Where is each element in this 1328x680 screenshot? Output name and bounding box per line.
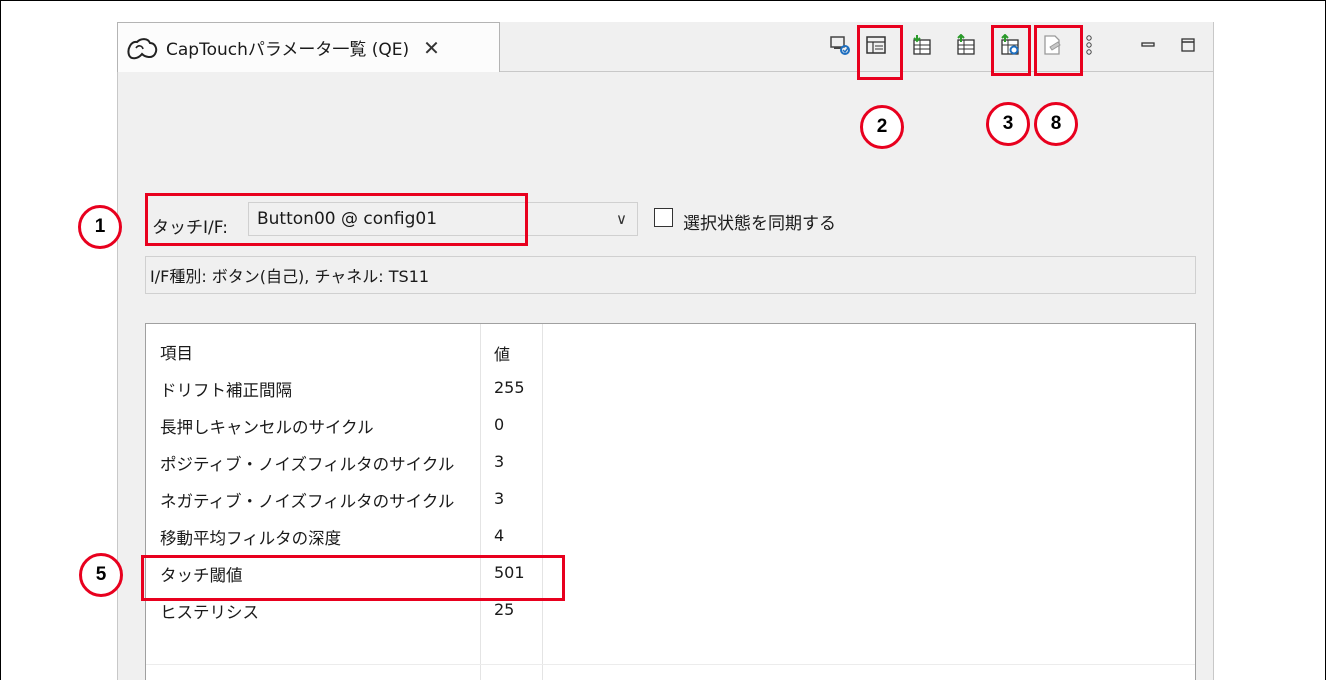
parameter-list-icon[interactable] <box>864 33 888 57</box>
callout-marker: 5 <box>79 553 123 597</box>
export-icon[interactable] <box>954 33 978 57</box>
table-row[interactable]: ヒステリシス 25 <box>146 593 1195 625</box>
callout-marker: 8 <box>1034 102 1078 146</box>
interface-info-text: I/F種別: ボタン(自己), チャネル: TS11 <box>150 267 430 286</box>
chevron-down-icon[interactable]: ∨ <box>616 210 627 228</box>
row-item: ネガティブ・ノイズフィルタのサイクル <box>160 492 455 511</box>
interface-info: I/F種別: ボタン(自己), チャネル: TS11 <box>145 256 1196 294</box>
row-value[interactable]: 4 <box>494 526 504 545</box>
sync-selection-checkbox[interactable] <box>654 208 673 227</box>
touch-if-selected-value: Button00 @ config01 <box>257 209 438 229</box>
sync-selection-label: 選択状態を同期する <box>683 214 836 234</box>
write-parameters-icon[interactable] <box>998 33 1022 57</box>
row-item: 移動平均フィルタの深度 <box>160 529 342 548</box>
table-row[interactable]: 長押しキャンセルのサイクル 0 <box>146 408 1195 440</box>
header-item[interactable]: 項目 <box>160 340 193 364</box>
row-value[interactable]: 25 <box>494 600 514 619</box>
output-file-icon[interactable] <box>1040 33 1064 57</box>
touch-if-select[interactable]: Button00 @ config01 ∨ <box>248 202 638 236</box>
row-value[interactable]: 3 <box>494 452 504 471</box>
row-value[interactable]: 255 <box>494 378 525 397</box>
row-item: ポジティブ・ノイズフィルタのサイクル <box>160 455 455 474</box>
callout-marker: 2 <box>860 105 904 149</box>
tabbar-divider <box>500 71 1214 72</box>
captouch-hand-icon <box>126 35 160 61</box>
view-menu-icon[interactable] <box>1082 33 1096 57</box>
callout-marker: 1 <box>78 205 122 249</box>
row-value[interactable]: 501 <box>494 563 525 582</box>
touch-if-label: タッチI/F: <box>152 218 228 238</box>
callout-marker: 3 <box>986 102 1030 146</box>
row-value[interactable]: 3 <box>494 489 504 508</box>
row-item: タッチ閾値 <box>160 566 243 585</box>
row-divider <box>146 664 1195 665</box>
row-item: ドリフト補正間隔 <box>160 381 292 400</box>
table-row[interactable]: ポジティブ・ノイズフィルタのサイクル 3 <box>146 445 1195 477</box>
close-icon[interactable]: ✕ <box>423 36 440 60</box>
maximize-icon[interactable] <box>1176 33 1200 57</box>
minimize-icon[interactable] <box>1136 33 1160 57</box>
import-icon[interactable] <box>910 33 934 57</box>
view-tab[interactable]: CapTouchパラメータ一覧 (QE) ✕ <box>117 22 500 72</box>
select-interface-icon[interactable] <box>828 33 852 57</box>
table-header: 項目 値 <box>146 334 1195 366</box>
table-row[interactable]: ネガティブ・ノイズフィルタのサイクル 3 <box>146 482 1195 514</box>
table-row[interactable]: タッチ閾値 501 <box>146 556 1195 588</box>
table-row[interactable]: ドリフト補正間隔 255 <box>146 371 1195 403</box>
row-item: ヒステリシス <box>160 603 259 622</box>
header-value[interactable]: 値 <box>494 341 510 365</box>
parameter-table: 項目 値 ドリフト補正間隔 255 長押しキャンセルのサイクル 0 ポジティブ・… <box>145 323 1196 680</box>
table-row[interactable]: 移動平均フィルタの深度 4 <box>146 519 1195 551</box>
row-value[interactable]: 0 <box>494 415 504 434</box>
tab-title: CapTouchパラメータ一覧 (QE) <box>166 40 410 60</box>
row-item: 長押しキャンセルのサイクル <box>160 418 374 437</box>
